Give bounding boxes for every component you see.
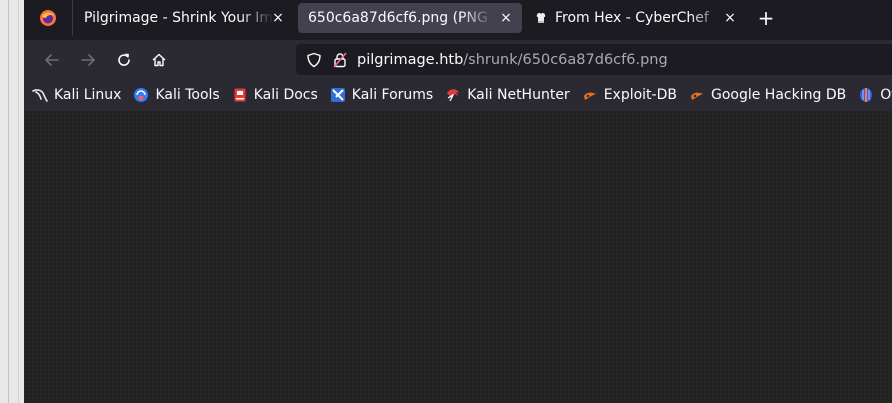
- image-viewer-content: [24, 111, 892, 403]
- exploit-db-icon: [582, 87, 598, 103]
- back-arrow-icon: [45, 54, 59, 66]
- kali-forums-icon: [330, 87, 346, 103]
- bookmark-google-hacking-db[interactable]: Google Hacking DB: [689, 87, 846, 103]
- insecure-lock-icon[interactable]: [332, 51, 348, 68]
- bookmarks-toolbar: Kali Linux Kali Tools Kali Docs Kali For…: [24, 78, 892, 111]
- bookmark-label: Kali Docs: [253, 86, 318, 103]
- tab-cyberchef[interactable]: From Hex - CyberChef ×: [524, 0, 746, 36]
- bookmark-label: Kali Linux: [54, 86, 122, 103]
- bookmark-kali-docs[interactable]: Kali Docs: [232, 87, 318, 103]
- bookmark-label: Google Hacking DB: [710, 86, 847, 103]
- tab-label: Pilgrimage - Shrink Your Images: [84, 10, 274, 26]
- window-border: [8, 0, 9, 403]
- reload-button[interactable]: [112, 48, 136, 72]
- browser-window: Pilgrimage - Shrink Your Images × 650c6a…: [24, 0, 892, 403]
- address-bar[interactable]: pilgrimage.htb/shrunk/650c6a87d6cf6.png: [296, 44, 892, 75]
- bookmark-offsec[interactable]: OffSec: [858, 87, 892, 103]
- forward-button[interactable]: [76, 48, 100, 72]
- close-tab-icon[interactable]: ×: [270, 10, 286, 26]
- bookmark-label: Kali Forums: [351, 86, 434, 103]
- url-path: /shrunk/650c6a87d6cf6.png: [463, 51, 668, 68]
- bookmark-exploit-db[interactable]: Exploit-DB: [582, 87, 677, 103]
- tab-title-group: From Hex - CyberChef: [534, 10, 724, 26]
- tracking-protection-shield-icon[interactable]: [306, 52, 322, 68]
- tab-label: From Hex - CyberChef: [555, 10, 709, 26]
- tab-pilgrimage[interactable]: Pilgrimage - Shrink Your Images ×: [72, 0, 294, 36]
- ghdb-icon: [689, 87, 705, 103]
- kali-docs-icon: [232, 87, 248, 103]
- forward-arrow-icon: [81, 54, 95, 66]
- tab-strip: Pilgrimage - Shrink Your Images × 650c6a…: [24, 0, 892, 36]
- close-tab-icon[interactable]: ×: [498, 10, 514, 26]
- bookmark-label: Kali NetHunter: [467, 86, 570, 103]
- bookmark-kali-linux[interactable]: Kali Linux: [32, 87, 121, 103]
- kali-nethunter-icon: [445, 87, 461, 103]
- url-host: pilgrimage.htb: [357, 51, 464, 68]
- close-tab-icon[interactable]: ×: [722, 10, 738, 26]
- bookmark-kali-nethunter[interactable]: Kali NetHunter: [445, 86, 570, 103]
- desktop-left-edge: [0, 0, 24, 403]
- cyberchef-icon: [536, 13, 546, 23]
- home-button[interactable]: [147, 48, 171, 72]
- home-icon: [152, 53, 166, 67]
- bookmark-kali-tools[interactable]: Kali Tools: [133, 86, 220, 103]
- bookmark-label: Kali Tools: [155, 86, 220, 103]
- tab-label: 650c6a87d6cf6.png (PNG Image): [308, 10, 494, 26]
- tab-png-image[interactable]: 650c6a87d6cf6.png (PNG Image) ×: [298, 3, 522, 33]
- bookmark-kali-forums[interactable]: Kali Forums: [330, 87, 433, 103]
- back-button[interactable]: [40, 48, 64, 72]
- bookmark-label: Exploit-DB: [603, 86, 677, 103]
- kali-tools-icon: [133, 87, 149, 103]
- bookmark-label: OffSec: [880, 86, 892, 103]
- navigation-toolbar: pilgrimage.htb/shrunk/650c6a87d6cf6.png: [24, 40, 892, 78]
- offsec-icon: [858, 87, 874, 103]
- firefox-menu-icon[interactable]: [24, 0, 72, 36]
- kali-dragon-icon: [32, 87, 48, 103]
- new-tab-button[interactable]: +: [756, 8, 776, 28]
- reload-icon: [118, 53, 130, 66]
- window-border: [18, 0, 19, 403]
